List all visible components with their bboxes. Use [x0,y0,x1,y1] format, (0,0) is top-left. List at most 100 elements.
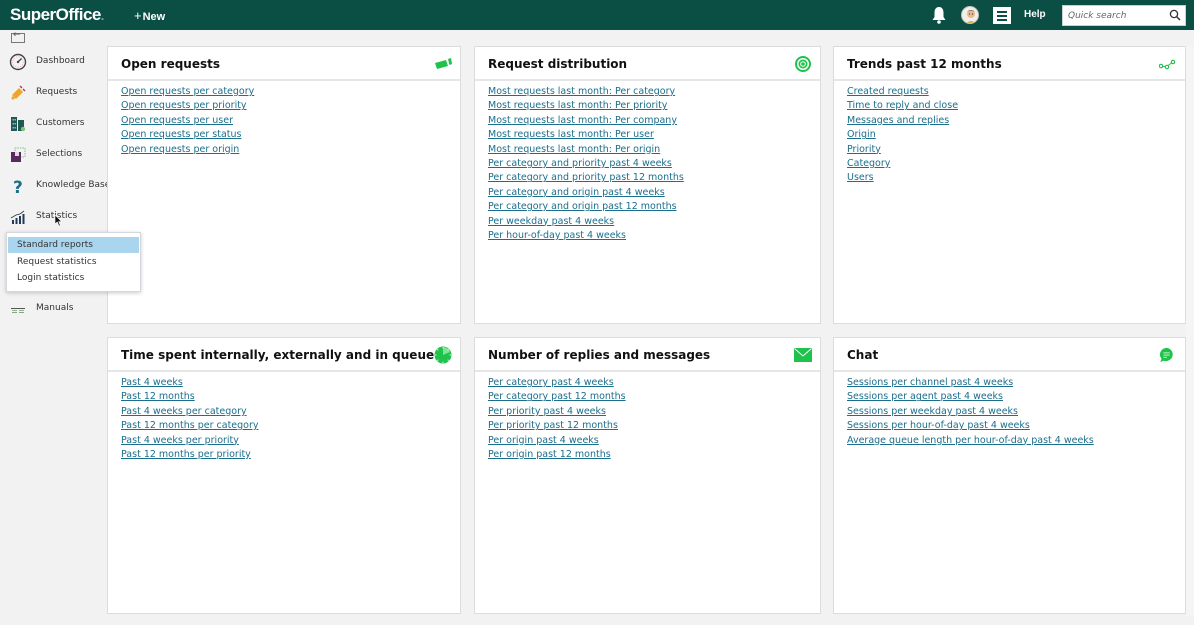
list-item: Most requests last month: Per company [488,113,684,127]
report-link[interactable]: Priority [847,144,881,155]
superoffice-logo[interactable]: SuperOffice. [10,5,104,25]
report-link[interactable]: Open requests per user [121,115,233,126]
card-title: Request distribution [488,57,628,71]
card-title: Time spent internally, externally and in… [121,348,435,362]
report-link[interactable]: Most requests last month: Per priority [488,100,667,111]
report-link[interactable]: Open requests per status [121,129,241,140]
list-item: Past 12 months per category [121,418,259,432]
report-link[interactable]: Past 12 months per priority [121,449,251,460]
sidebar-item-requests[interactable]: Requests [0,80,106,106]
report-link[interactable]: Open requests per priority [121,100,247,111]
report-link[interactable]: Per origin past 12 months [488,449,611,460]
list-item: Time to reply and close [847,98,958,112]
logo-dot: . [100,9,104,23]
card-header: Chat [834,338,1185,372]
link-list: Sessions per channel past 4 weeks Sessio… [847,375,1094,447]
report-link[interactable]: Most requests last month: Per company [488,115,677,126]
selections-icon [11,147,26,162]
svg-text:?: ? [13,178,23,195]
card-request-distribution: Request distribution Most requests last … [474,46,821,324]
help-link[interactable]: Help [1024,9,1046,20]
report-link[interactable]: Open requests per category [121,86,254,97]
report-link[interactable]: Per category and origin past 12 months [488,201,677,212]
card-chat: Chat Sessions per channel past 4 weeks S… [833,337,1186,614]
scrollbar-track[interactable] [1186,46,1194,616]
link-list: Open requests per category Open requests… [121,84,254,156]
report-link[interactable]: Most requests last month: Per origin [488,144,660,155]
trend-line-icon [1159,59,1176,70]
report-link[interactable]: Past 12 months [121,391,195,402]
report-link[interactable]: Past 12 months per category [121,420,259,431]
report-link[interactable]: Per weekday past 4 weeks [488,216,614,227]
flyout-item-standard-reports[interactable]: Standard reports [8,237,139,253]
menu-icon[interactable] [993,7,1011,24]
flyout-item-request-statistics[interactable]: Request statistics [8,254,139,270]
card-header: Time spent internally, externally and in… [108,338,460,372]
list-item: Per origin past 12 months [488,447,626,461]
list-item: Per category and priority past 4 weeks [488,156,684,170]
report-link[interactable]: Per origin past 4 weeks [488,435,599,446]
report-link[interactable]: Sessions per agent past 4 weeks [847,391,1003,402]
report-link[interactable]: Per hour-of-day past 4 weeks [488,230,626,241]
logo-text: SuperOffice [10,5,101,24]
report-link[interactable]: Open requests per origin [121,144,239,155]
list-item: Open requests per priority [121,98,254,112]
report-link[interactable]: Sessions per hour-of-day past 4 weeks [847,420,1030,431]
target-icon [795,56,811,72]
report-link[interactable]: Per priority past 4 weeks [488,406,606,417]
report-link[interactable]: Per category and priority past 4 weeks [488,158,672,169]
flyout-item-login-statistics[interactable]: Login statistics [8,270,139,286]
new-button[interactable]: +New [134,8,165,23]
report-link[interactable]: Per priority past 12 months [488,420,618,431]
avatar[interactable] [961,6,979,24]
menu-line [997,15,1007,17]
list-item: Past 12 months per priority [121,447,259,461]
report-link[interactable]: Users [847,172,874,183]
list-item: Open requests per user [121,113,254,127]
report-link[interactable]: Origin [847,129,876,140]
report-link[interactable]: Created requests [847,86,929,97]
sidebar-item-knowledge-base[interactable]: ? Knowledge Base [0,173,110,199]
report-link[interactable]: Per category past 12 months [488,391,626,402]
sidebar-item-statistics[interactable]: Statistics [0,204,106,230]
report-link[interactable]: Per category and origin past 4 weeks [488,187,665,198]
quick-search [1062,5,1186,26]
collapse-sidebar-icon[interactable] [11,30,25,43]
bell-icon[interactable] [931,6,947,24]
sidebar-item-label: Manuals [36,303,74,313]
top-bar: SuperOffice. +New Help [0,0,1194,30]
report-link[interactable]: Per category and priority past 12 months [488,172,684,183]
report-link[interactable]: Time to reply and close [847,100,958,111]
list-item: Past 12 months [121,389,259,403]
report-link[interactable]: Past 4 weeks [121,377,183,388]
card-header: Trends past 12 months [834,47,1185,81]
plus-icon: + [134,8,142,23]
list-item: Sessions per weekday past 4 weeks [847,404,1094,418]
report-link[interactable]: Past 4 weeks per priority [121,435,239,446]
sidebar-item-label: Selections [36,149,83,159]
sidebar-item-customers[interactable]: Customers [0,111,106,137]
sidebar-item-dashboard[interactable]: Dashboard [0,49,106,75]
report-link[interactable]: Past 4 weeks per category [121,406,247,417]
report-link[interactable]: Most requests last month: Per user [488,129,654,140]
chat-bubble-icon [1159,347,1173,363]
sidebar-item-selections[interactable]: Selections [0,142,106,168]
link-list: Per category past 4 weeks Per category p… [488,375,626,461]
list-item: Average queue length per hour-of-day pas… [847,433,1094,447]
report-link[interactable]: Sessions per channel past 4 weeks [847,377,1013,388]
ticket-icon [435,58,452,69]
report-link[interactable]: Sessions per weekday past 4 weeks [847,406,1018,417]
quick-search-input[interactable] [1063,6,1167,25]
report-link[interactable]: Category [847,158,890,169]
list-item: Category [847,156,958,170]
report-link[interactable]: Per category past 4 weeks [488,377,614,388]
sidebar-item-manuals[interactable]: Manuals [0,296,106,322]
menu-line [997,19,1007,21]
link-list: Past 4 weeks Past 12 months Past 4 weeks… [121,375,259,461]
report-link[interactable]: Average queue length per hour-of-day pas… [847,435,1094,446]
report-link[interactable]: Messages and replies [847,115,949,126]
list-item: Per priority past 12 months [488,418,626,432]
card-time-spent: Time spent internally, externally and in… [107,337,461,614]
report-link[interactable]: Most requests last month: Per category [488,86,675,97]
search-icon[interactable] [1169,9,1181,21]
